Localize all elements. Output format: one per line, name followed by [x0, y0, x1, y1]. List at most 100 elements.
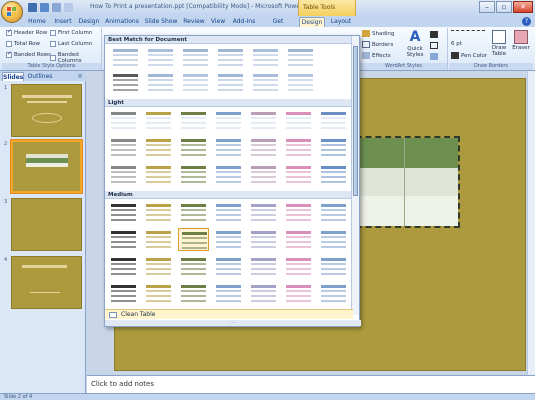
tab-table-layout[interactable]: Layout: [329, 17, 353, 27]
close-pane-icon[interactable]: ×: [77, 72, 83, 80]
table-style-thumbnail[interactable]: [213, 163, 244, 186]
table-style-thumbnail[interactable]: [248, 109, 279, 132]
table-style-thumbnail[interactable]: [178, 109, 209, 132]
table-style-thumbnail[interactable]: [108, 136, 139, 159]
table-style-thumbnail[interactable]: [318, 109, 349, 132]
pen-weight-dropdown[interactable]: 6 pt: [451, 41, 462, 47]
tab-animations[interactable]: Animations: [104, 17, 140, 27]
table-style-thumbnail[interactable]: [213, 282, 244, 305]
tab-add-ins[interactable]: Add-Ins: [231, 17, 257, 27]
tab-get-started[interactable]: Get Started: [261, 17, 295, 35]
office-button[interactable]: [1, 1, 23, 23]
table-style-thumbnail[interactable]: [250, 71, 281, 94]
gallery-scroll-thumb[interactable]: [353, 46, 358, 196]
tab-home[interactable]: Home: [26, 17, 48, 27]
notes-pane[interactable]: Click to add notes: [87, 375, 535, 393]
shading-button[interactable]: Shading: [362, 30, 394, 37]
table-style-thumbnail[interactable]: [178, 228, 209, 251]
header-row-checkbox[interactable]: Header Row: [6, 28, 47, 36]
eraser-button[interactable]: Eraser: [511, 30, 531, 51]
text-outline-button[interactable]: [430, 42, 438, 49]
help-icon[interactable]: ?: [522, 17, 531, 26]
table-style-thumbnail[interactable]: [180, 46, 211, 69]
table-style-thumbnail[interactable]: [108, 201, 139, 224]
banded-rows-checkbox[interactable]: Banded Rows: [6, 50, 51, 58]
table-style-thumbnail[interactable]: [143, 282, 174, 305]
gallery-scrollbar[interactable]: [351, 36, 359, 315]
table-style-thumbnail[interactable]: [318, 201, 349, 224]
last-column-checkbox[interactable]: Last Column: [50, 41, 92, 47]
clear-table-button[interactable]: Clean Table: [105, 309, 353, 319]
table-style-thumbnail[interactable]: [143, 136, 174, 159]
undo-icon[interactable]: [40, 3, 49, 12]
borders-button[interactable]: Borders: [362, 41, 393, 48]
redo-icon[interactable]: [52, 3, 61, 12]
table-style-thumbnail[interactable]: [285, 71, 316, 94]
slide-thumbnail-4[interactable]: [11, 256, 82, 309]
table-style-thumbnail[interactable]: [283, 136, 314, 159]
table-style-thumbnail[interactable]: [248, 201, 279, 224]
table-style-thumbnail[interactable]: [283, 228, 314, 251]
table-style-thumbnail[interactable]: [110, 71, 141, 94]
effects-button[interactable]: Effects: [362, 52, 391, 59]
table-style-thumbnail[interactable]: [108, 255, 139, 278]
tab-slide-show[interactable]: Slide Show: [144, 17, 178, 27]
table-style-thumbnail[interactable]: [248, 228, 279, 251]
total-row-checkbox[interactable]: Total Row: [6, 41, 40, 47]
table-style-thumbnail[interactable]: [283, 109, 314, 132]
table-style-thumbnail[interactable]: [318, 136, 349, 159]
pen-color-button[interactable]: Pen Color: [451, 52, 487, 59]
table-style-thumbnail[interactable]: [215, 46, 246, 69]
resize-grip[interactable]: ....: [105, 320, 361, 326]
tab-slides[interactable]: Slides: [2, 72, 24, 81]
text-fill-button[interactable]: [430, 31, 438, 38]
text-effects-button[interactable]: [430, 53, 438, 60]
table-style-thumbnail[interactable]: [143, 201, 174, 224]
table-style-thumbnail[interactable]: [178, 201, 209, 224]
table-style-thumbnail[interactable]: [145, 46, 176, 69]
tab-outline[interactable]: Outlines: [26, 72, 54, 81]
table-style-thumbnail[interactable]: [213, 228, 244, 251]
table-style-thumbnail[interactable]: [215, 71, 246, 94]
table-style-thumbnail[interactable]: [110, 46, 141, 69]
table-style-thumbnail[interactable]: [143, 255, 174, 278]
table-style-thumbnail[interactable]: [178, 282, 209, 305]
table-style-thumbnail[interactable]: [178, 255, 209, 278]
tab-design[interactable]: Design: [78, 17, 100, 27]
table-style-thumbnail[interactable]: [248, 163, 279, 186]
table-style-thumbnail[interactable]: [283, 163, 314, 186]
table-style-thumbnail[interactable]: [213, 109, 244, 132]
slide-thumbnail-3[interactable]: [11, 198, 82, 251]
tab-view[interactable]: View: [209, 17, 227, 27]
tab-review[interactable]: Review: [182, 17, 206, 27]
slide-thumbnail-2[interactable]: [11, 140, 82, 193]
slide-thumbnail-1[interactable]: [11, 84, 82, 137]
table-style-thumbnail[interactable]: [178, 163, 209, 186]
table-style-thumbnail[interactable]: [283, 282, 314, 305]
table-style-thumbnail[interactable]: [318, 163, 349, 186]
table-style-thumbnail[interactable]: [318, 282, 349, 305]
table-style-thumbnail[interactable]: [213, 255, 244, 278]
first-column-checkbox[interactable]: First Column: [50, 30, 92, 36]
quick-styles-button[interactable]: A Quick Styles: [402, 29, 428, 58]
table-style-thumbnail[interactable]: [108, 163, 139, 186]
table-style-thumbnail[interactable]: [145, 71, 176, 94]
table-style-thumbnail[interactable]: [143, 163, 174, 186]
table-style-thumbnail[interactable]: [283, 201, 314, 224]
table-style-thumbnail[interactable]: [108, 228, 139, 251]
table-style-thumbnail[interactable]: [248, 136, 279, 159]
table-style-thumbnail[interactable]: [283, 255, 314, 278]
table-style-thumbnail[interactable]: [213, 136, 244, 159]
table-style-thumbnail[interactable]: [180, 71, 211, 94]
table-style-thumbnail[interactable]: [248, 282, 279, 305]
table-style-thumbnail[interactable]: [108, 282, 139, 305]
table-style-thumbnail[interactable]: [143, 109, 174, 132]
table-style-thumbnail[interactable]: [213, 201, 244, 224]
tab-table-design[interactable]: Design: [299, 17, 325, 27]
restore-button[interactable]: ▫: [496, 1, 512, 13]
pen-style-dropdown[interactable]: [451, 30, 487, 31]
table-style-thumbnail[interactable]: [143, 228, 174, 251]
table-style-thumbnail[interactable]: [318, 228, 349, 251]
tab-insert[interactable]: Insert: [52, 17, 74, 27]
table-style-thumbnail[interactable]: [285, 46, 316, 69]
